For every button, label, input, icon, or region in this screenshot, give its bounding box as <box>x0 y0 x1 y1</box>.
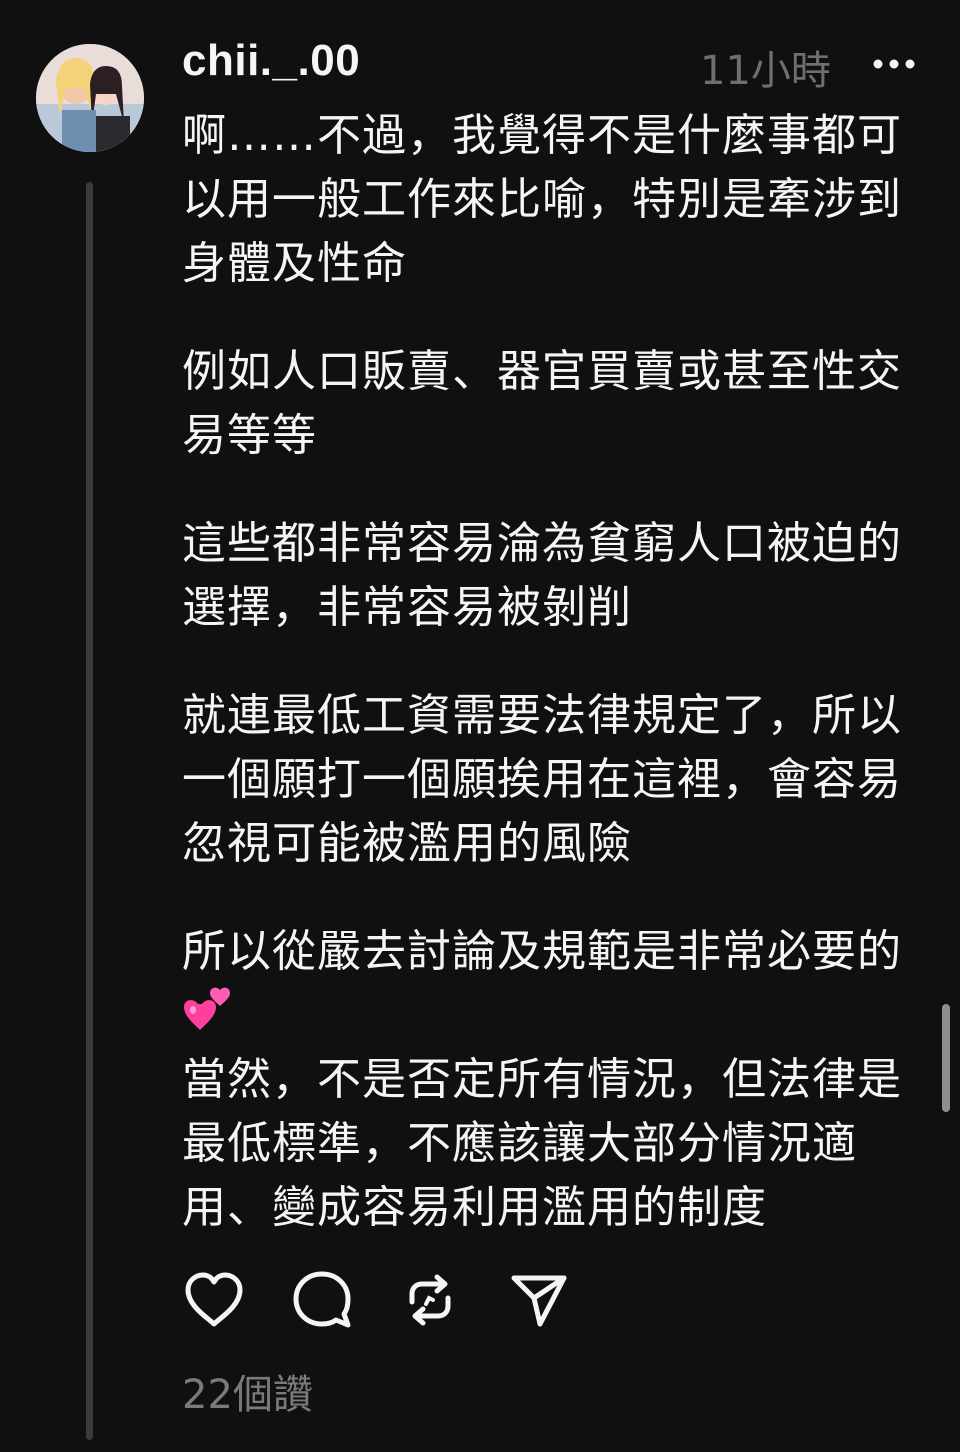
post-paragraph: 所以從嚴去討論及規範是非常必要的 <box>182 926 902 977</box>
post-paragraph: 這些都非常容易淪為貧窮人口被迫的 選擇，非常容易被剝削 <box>182 518 902 633</box>
send-icon[interactable] <box>506 1268 570 1332</box>
timestamp[interactable]: 11小時 <box>700 38 831 96</box>
heart-icon[interactable] <box>182 1268 246 1332</box>
post-paragraph: 例如人口販賣、器官買賣或甚至性交 易等等 <box>182 346 902 461</box>
two-hearts-icon <box>184 987 230 1030</box>
post-body: 啊……不過，我覺得不是什麼事都可 以用一般工作來比喻，特別是牽涉到 身體及性命 … <box>182 104 922 1240</box>
scrollbar[interactable] <box>942 1004 950 1112</box>
post-paragraph: 就連最低工資需要法律規定了，所以 一個願打一個願挨用在這裡，會容易 忽視可能被濫… <box>182 690 902 869</box>
post-paragraph: 啊……不過，我覺得不是什麼事都可 以用一般工作來比喻，特別是牽涉到 身體及性命 <box>182 110 902 289</box>
repost-icon[interactable] <box>398 1268 462 1332</box>
post-paragraph: 當然，不是否定所有情況，但法律是 最低標準，不應該讓大部分情況適 用、變成容易利… <box>182 1054 902 1233</box>
username[interactable]: chii._.00 <box>182 36 360 86</box>
comment-icon[interactable] <box>290 1268 354 1332</box>
like-count[interactable]: 22個讚 <box>182 1362 313 1420</box>
thread-line <box>86 182 93 1440</box>
avatar-image <box>36 44 144 152</box>
more-options-icon[interactable] <box>868 50 920 78</box>
avatar[interactable] <box>36 44 144 152</box>
